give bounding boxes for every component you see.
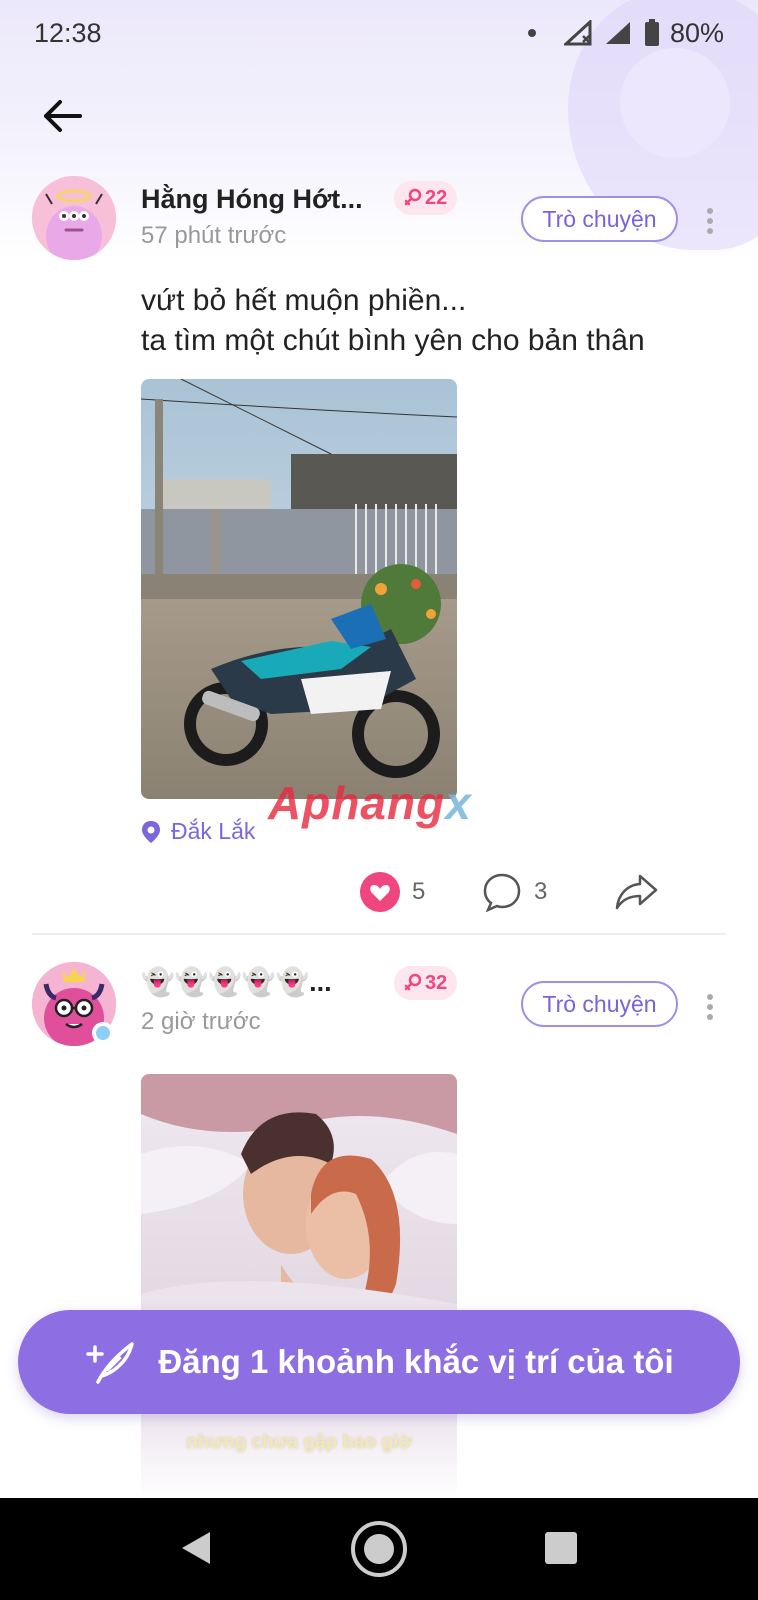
share-arrow-icon: [615, 874, 658, 910]
online-status-icon: [92, 1022, 114, 1044]
image-fade: [141, 1410, 457, 1498]
comment-bubble-icon: [483, 873, 521, 912]
location-pin-icon: [142, 820, 160, 843]
post-moment-label: Đăng 1 khoảnh khắc vị trí của tôi: [158, 1343, 674, 1380]
username[interactable]: Hằng Hóng Hớt...: [141, 184, 363, 215]
post-text: vứt bỏ hết muộn phiền... ta tìm một chút…: [141, 281, 645, 361]
motorbike-photo: [141, 379, 457, 799]
system-nav-bar: [0, 1498, 758, 1600]
chat-button[interactable]: Trò chuyện: [521, 196, 678, 242]
location-name: Đắk Lắk: [171, 818, 256, 844]
time-ago: 57 phút trước: [141, 222, 287, 249]
watermark: Aphangx: [268, 776, 472, 830]
back-button[interactable]: [38, 92, 86, 140]
notification-dot-icon: [527, 29, 536, 37]
like-button[interactable]: 5: [360, 872, 425, 912]
signal-icon: [605, 22, 630, 44]
nav-home-icon[interactable]: [350, 1520, 408, 1578]
level-badge: 22: [394, 181, 458, 215]
watermark-accent: x: [445, 777, 472, 829]
image-caption: nhưng chưa gặp bao giờ: [186, 1432, 412, 1453]
badge-count: 32: [425, 971, 448, 994]
arrow-left-icon: [44, 100, 82, 132]
more-options-icon[interactable]: [700, 204, 720, 244]
nav-back-icon[interactable]: [178, 1528, 214, 1568]
heart-icon: [360, 872, 400, 912]
status-bar: 12:38 80%: [0, 0, 758, 66]
post-text-line: ta tìm một chút bình yên cho bản thân: [141, 324, 645, 357]
female-symbol-icon: [404, 188, 422, 206]
post-text-line: vứt bỏ hết muộn phiền...: [141, 284, 467, 317]
chat-button[interactable]: Trò chuyện: [521, 981, 678, 1027]
more-options-icon[interactable]: [700, 990, 720, 1030]
like-count: 5: [412, 878, 426, 905]
comment-button[interactable]: 3: [482, 872, 547, 912]
monster-avatar-icon: [32, 176, 116, 260]
post-photo[interactable]: [141, 379, 457, 799]
female-symbol-icon: [404, 973, 422, 991]
feather-pen-icon: [86, 1342, 135, 1384]
watermark-text: Aphang: [268, 777, 446, 829]
location-tag[interactable]: Đắk Lắk: [141, 818, 255, 845]
post-divider: [32, 933, 726, 935]
status-time: 12:38: [34, 17, 102, 48]
signal-off-icon: [563, 20, 592, 46]
battery-icon: [644, 19, 659, 46]
avatar[interactable]: [32, 176, 116, 260]
nav-recents-icon[interactable]: [545, 1532, 577, 1564]
battery-percent: 80%: [669, 17, 724, 48]
username[interactable]: 👻👻👻👻👻...: [141, 966, 332, 998]
badge-count: 22: [425, 186, 448, 209]
comment-count: 3: [534, 878, 548, 905]
level-badge: 32: [394, 966, 458, 1000]
post-moment-button[interactable]: Đăng 1 khoảnh khắc vị trí của tôi: [18, 1310, 740, 1414]
share-button[interactable]: [614, 872, 658, 912]
time-ago: 2 giờ trước: [141, 1008, 261, 1035]
